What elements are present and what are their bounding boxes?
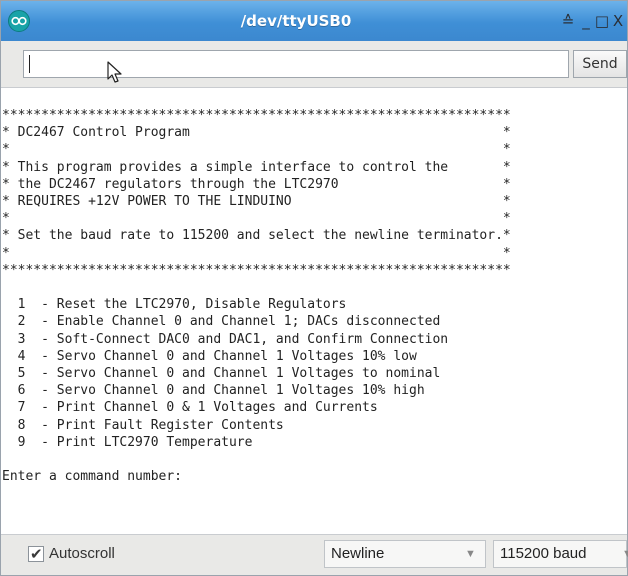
output-line: 4 - Servo Channel 0 and Channel 1 Voltag… [2, 348, 417, 364]
serial-input[interactable] [23, 50, 569, 78]
chevron-down-icon: ▼ [465, 548, 476, 560]
baud-rate-value: 115200 baud [500, 545, 587, 562]
output-line: * DC2467 Control Program * [2, 125, 511, 141]
output-line: * * [2, 245, 511, 261]
output-line: * This program provides a simple interfa… [2, 159, 511, 175]
arduino-icon [8, 10, 30, 32]
output-line: 8 - Print Fault Register Contents [2, 417, 284, 433]
eject-icon[interactable]: ≙ [558, 10, 578, 32]
title-bar[interactable]: /dev/ttyUSB0 ≙ _ □ X [1, 1, 627, 41]
close-button[interactable]: X [610, 10, 626, 32]
output-line: 5 - Servo Channel 0 and Channel 1 Voltag… [2, 366, 441, 382]
output-line: * * [2, 211, 511, 227]
output-line: * * [2, 142, 511, 158]
mouse-pointer-icon [107, 61, 122, 83]
autoscroll-checkbox[interactable]: ✔ [28, 545, 44, 563]
output-line: * Set the baud rate to 115200 and select… [2, 228, 511, 244]
send-toolbar: Send [1, 41, 627, 85]
output-line: 9 - Print LTC2970 Temperature [2, 434, 253, 450]
line-ending-select[interactable]: Newline ▼ [324, 540, 486, 568]
output-line: ****************************************… [2, 108, 511, 123]
text-caret [29, 55, 30, 73]
line-ending-value: Newline [331, 545, 385, 562]
maximize-button[interactable]: □ [594, 10, 610, 32]
output-line: 1 - Reset the LTC2970, Disable Regulator… [2, 297, 347, 313]
serial-output-text: ****************************************… [2, 107, 511, 485]
send-button[interactable]: Send [573, 50, 627, 78]
output-line: ****************************************… [2, 262, 511, 278]
autoscroll-label[interactable]: Autoscroll [49, 544, 115, 564]
output-line: 3 - Soft-Connect DAC0 and DAC1, and Conf… [2, 331, 449, 347]
output-line: * REQUIRES +12V POWER TO THE LINDUINO * [2, 194, 511, 210]
output-line: 6 - Servo Channel 0 and Channel 1 Voltag… [2, 383, 425, 399]
output-line: 7 - Print Channel 0 & 1 Voltages and Cur… [2, 400, 378, 416]
baud-rate-select[interactable]: 115200 baud ▼ [493, 540, 628, 568]
output-line: Enter a command number: [2, 469, 183, 485]
minimize-button[interactable]: _ [578, 10, 594, 32]
bottom-bar: ✔ Autoscroll Newline ▼ 115200 baud ▼ [1, 535, 628, 575]
serial-output[interactable]: ****************************************… [1, 87, 627, 535]
output-line: 2 - Enable Channel 0 and Channel 1; DACs… [2, 314, 441, 330]
output-line: * the DC2467 regulators through the LTC2… [2, 176, 511, 192]
window-title: /dev/ttyUSB0 [240, 12, 352, 30]
chevron-down-icon: ▼ [622, 548, 628, 560]
checkmark-icon: ✔ [30, 545, 43, 563]
serial-monitor-window: /dev/ttyUSB0 ≙ _ □ X Send **************… [0, 0, 628, 576]
